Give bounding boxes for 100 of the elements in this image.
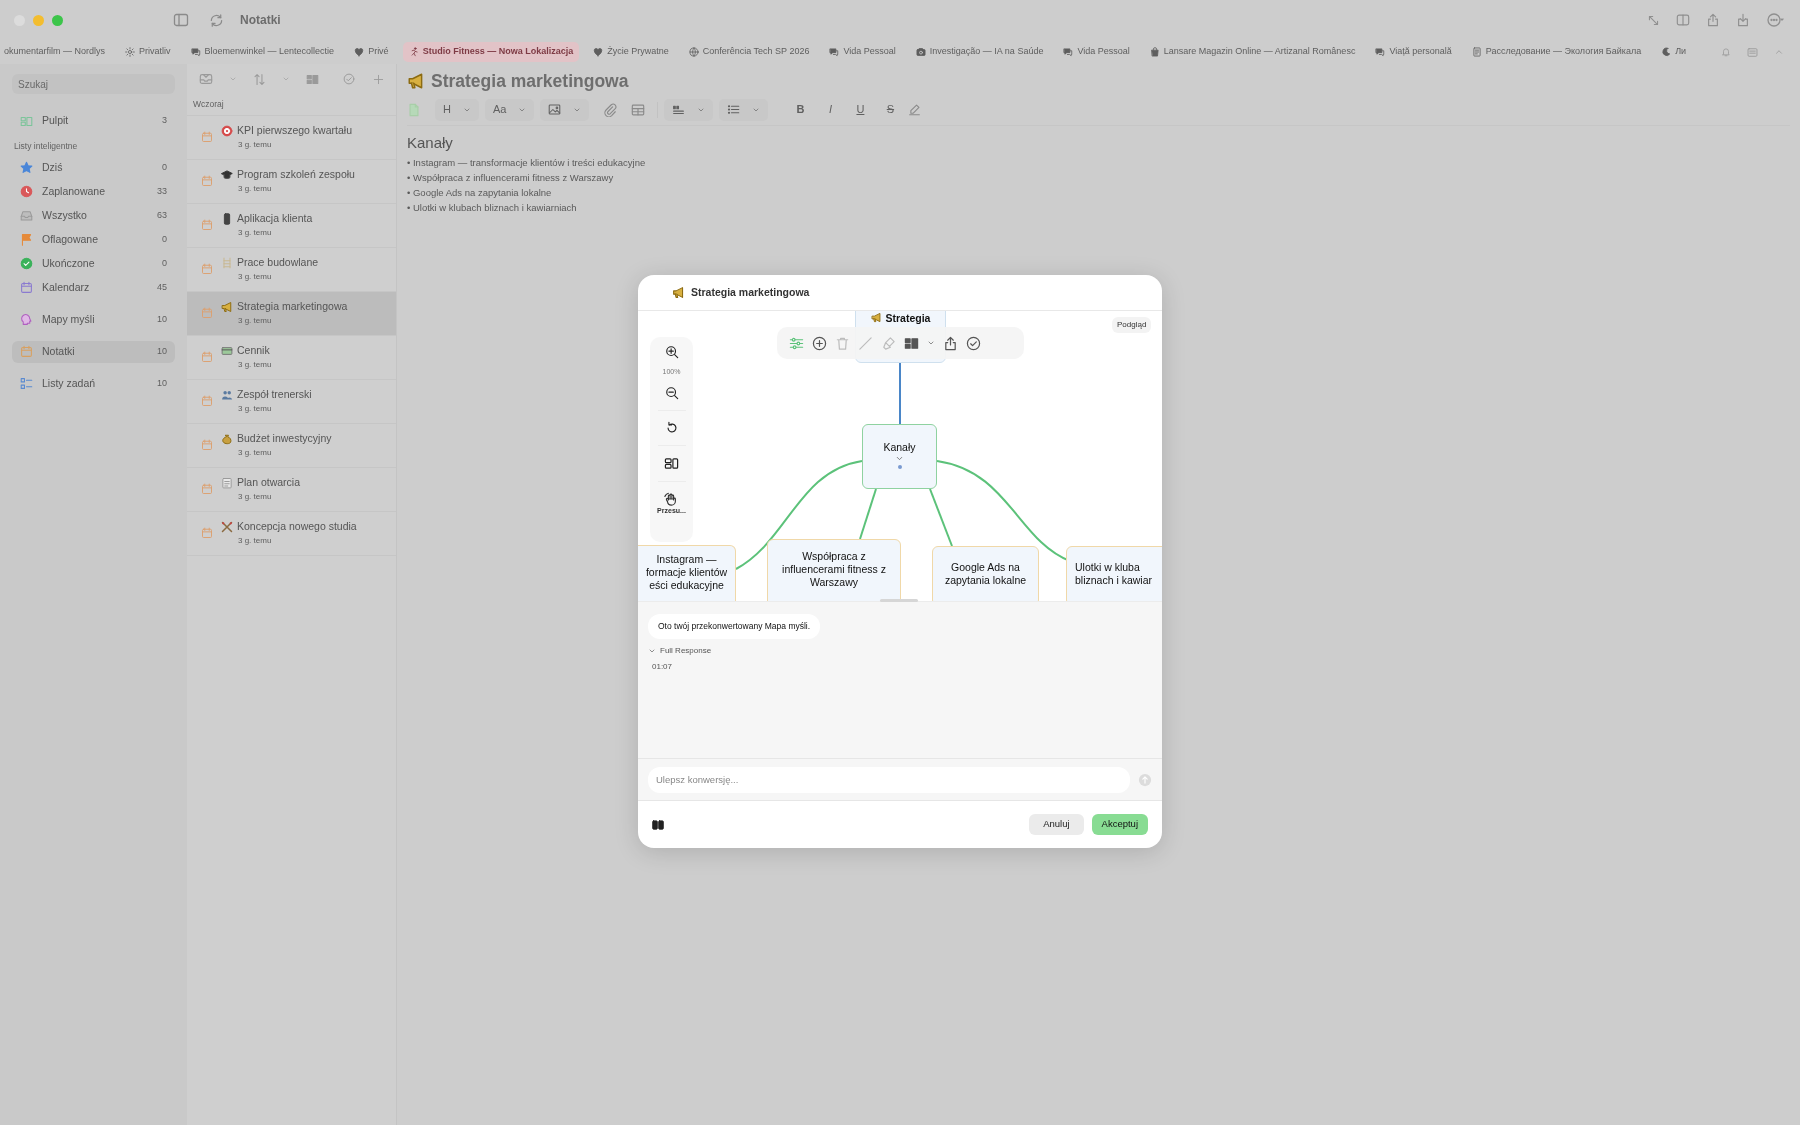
note-item[interactable]: Prace budowlane 3 g. temu xyxy=(187,247,396,292)
list-icon[interactable] xyxy=(1747,46,1758,58)
check-circle-icon[interactable] xyxy=(966,335,981,351)
image-icon[interactable] xyxy=(548,103,562,116)
document-icon[interactable] xyxy=(407,102,421,117)
phone-icon xyxy=(221,213,233,226)
tab[interactable]: Расследование — Экология Байкала xyxy=(1465,42,1648,62)
more-icon[interactable] xyxy=(1766,12,1786,28)
handle-dot-icon[interactable] xyxy=(897,465,902,469)
sidebar-item[interactable]: Oflagowane 0 xyxy=(12,228,175,251)
sidebar-toggle-icon[interactable] xyxy=(173,12,189,28)
mindmap-node[interactable]: Współpraca z influencerami fitness z Warszawy xyxy=(767,539,901,601)
cancel-button[interactable]: Anuluj xyxy=(1029,814,1084,835)
note-title: Zespół trenerski xyxy=(237,387,312,403)
split-view-icon[interactable] xyxy=(652,818,664,831)
tab[interactable]: Lansare Magazin Online — Artizanal Românesc xyxy=(1143,42,1362,62)
share-icon[interactable] xyxy=(943,335,958,351)
tab[interactable]: Życie Prywatne xyxy=(587,42,675,62)
note-item[interactable]: Cennik 3 g. temu xyxy=(187,335,396,380)
mindmap-node[interactable]: Ulotki w kluba bliznach i kawiar xyxy=(1066,546,1162,601)
paperclip-icon[interactable] xyxy=(603,102,618,117)
download-icon[interactable] xyxy=(1736,13,1750,27)
note-item[interactable]: Program szkoleń zespołu 3 g. temu xyxy=(187,159,396,204)
sidebar-item[interactable]: Wszystko 63 xyxy=(12,204,175,227)
note-item[interactable]: Strategia marketingowa 3 g. temu xyxy=(187,291,396,336)
list-item: • Google Ads na zapytania lokalne xyxy=(407,185,553,200)
note-item[interactable]: Aplikacja klienta 3 g. temu xyxy=(187,203,396,248)
sidebar-item[interactable]: Ukończone 0 xyxy=(12,252,175,275)
sort-icon[interactable] xyxy=(253,72,266,86)
layout-icon[interactable] xyxy=(904,335,919,351)
item-count: 33 xyxy=(157,185,167,198)
zoom-in-icon[interactable] xyxy=(664,345,679,359)
tab[interactable]: Privé xyxy=(348,42,395,62)
layout-icon[interactable] xyxy=(664,455,679,471)
sidebar-item[interactable]: Listy zadań 10 xyxy=(12,372,175,395)
sidebar-item[interactable]: Notatki 10 xyxy=(12,340,175,363)
tab[interactable]: Conferência Tech SP 2026 xyxy=(682,42,816,62)
chat-icon xyxy=(829,47,840,57)
zoom-out-icon[interactable] xyxy=(664,385,679,400)
note-item[interactable]: KPI pierwszego kwartału 3 g. temu xyxy=(187,115,396,160)
quote-icon[interactable] xyxy=(672,103,686,116)
tab[interactable]: Studio Fitness — Nowa Lokalizacja xyxy=(402,42,580,62)
note-date: 3 g. temu xyxy=(238,535,273,548)
refine-input[interactable]: Ulepsz konwersję... xyxy=(648,766,1130,793)
format-button[interactable]: U xyxy=(848,100,873,119)
note-item[interactable]: Koncepcja nowego studia 3 g. temu xyxy=(187,511,396,556)
sidebar-item[interactable]: Kalendarz 45 xyxy=(12,276,175,299)
accept-button[interactable]: Akceptuj xyxy=(1091,814,1148,835)
note-item[interactable]: Plan otwarcia 3 g. temu xyxy=(187,467,396,512)
note-title: Strategia marketingowa xyxy=(237,299,348,315)
sidebar-item[interactable]: Pulpit 3 xyxy=(12,110,175,132)
format-button[interactable]: B xyxy=(788,100,813,119)
tab[interactable]: Vida Pessoal xyxy=(823,42,902,62)
tab[interactable]: Ли xyxy=(1655,42,1693,62)
tab[interactable]: Viață personală xyxy=(1369,42,1458,62)
card-icon xyxy=(221,345,233,358)
item-count: 10 xyxy=(157,377,167,390)
table-icon[interactable] xyxy=(631,102,646,117)
tab[interactable]: okumentarfilm — Nordlys xyxy=(0,42,112,62)
star-icon xyxy=(20,161,33,175)
inbox-icon[interactable] xyxy=(199,72,213,86)
bell-icon[interactable] xyxy=(1721,47,1731,57)
note-date: 3 g. temu xyxy=(238,183,273,196)
camera-icon xyxy=(915,47,926,57)
tab[interactable]: Investigação — IA na Saúde xyxy=(909,42,1050,62)
minimize-window-button[interactable] xyxy=(33,14,44,26)
sync-icon[interactable] xyxy=(209,12,224,28)
sidebar-item[interactable]: Zaplanowane 33 xyxy=(12,180,175,203)
check-circle-icon xyxy=(20,257,33,271)
search-field[interactable]: Szukaj xyxy=(12,74,175,94)
check-circle-icon[interactable] xyxy=(343,73,355,85)
mindmap-node[interactable]: Google Ads na zapytania lokalne xyxy=(932,546,1039,601)
chevron-up-icon[interactable] xyxy=(1774,47,1784,57)
chevron-down-icon[interactable] xyxy=(895,454,904,463)
mindmap-node[interactable]: Instagram — formacje klientów eści edukacyjne xyxy=(638,545,736,601)
caret-icon[interactable] xyxy=(927,339,935,347)
preview-label: Podgląd xyxy=(1112,317,1152,333)
full-response-toggle[interactable]: Full Response xyxy=(660,644,712,657)
settings-icon[interactable] xyxy=(789,335,804,351)
highlighter-icon[interactable] xyxy=(908,103,922,116)
add-icon[interactable] xyxy=(373,73,384,85)
bullet-list-icon[interactable] xyxy=(727,103,741,116)
format-button[interactable]: S xyxy=(878,100,903,119)
add-node-icon[interactable] xyxy=(812,335,827,351)
item-count: 0 xyxy=(162,161,167,174)
note-item[interactable]: Zespół trenerski 3 g. temu xyxy=(187,379,396,424)
sidebar-item[interactable]: Mapy myśli 10 xyxy=(12,308,175,331)
tab[interactable]: Privatliv xyxy=(119,42,177,62)
expand-icon[interactable] xyxy=(1647,13,1660,27)
sun-icon xyxy=(125,47,136,57)
maximize-window-button[interactable] xyxy=(52,14,63,26)
mindmap-node[interactable]: Kanały xyxy=(862,424,937,489)
tab[interactable]: Vida Pessoal xyxy=(1057,42,1136,62)
tab[interactable]: Bloemenwinkel — Lentecollectie xyxy=(184,42,341,62)
send-button[interactable] xyxy=(1138,772,1152,787)
sidebar-item[interactable]: Dziś 0 xyxy=(12,156,175,179)
format-button[interactable]: I xyxy=(818,100,843,119)
font-button[interactable]: Aa xyxy=(484,98,535,121)
note-item[interactable]: Budżet inwestycyjny 3 g. temu xyxy=(187,423,396,468)
heading-button[interactable]: H xyxy=(435,98,479,121)
